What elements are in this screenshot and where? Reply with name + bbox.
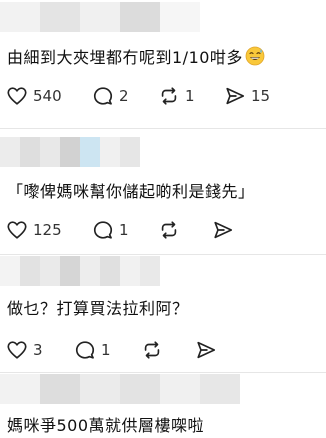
post-text: 「嚟俾媽咪幫你儲起啲利是錢先」 [7, 182, 255, 201]
post-text: 做乜？打算買法拉利阿？ [7, 299, 189, 318]
reply-bubble-icon [92, 85, 114, 107]
blurred-username [0, 137, 140, 167]
reply-button[interactable]: 2 [92, 84, 129, 108]
like-count: 3 [33, 341, 43, 359]
post-text: 媽咪爭500萬就供層樓㗎啦 [7, 416, 205, 435]
repost-button[interactable] [141, 338, 163, 362]
like-button[interactable]: 3 [6, 338, 43, 362]
repost-icon [141, 339, 163, 361]
reply-button[interactable]: 1 [92, 218, 129, 242]
share-send-icon [212, 219, 234, 241]
heart-icon [6, 219, 28, 241]
blurred-username [0, 374, 240, 404]
share-button[interactable]: 15 [224, 84, 270, 108]
like-button[interactable]: 125 [6, 218, 62, 242]
post-divider [0, 254, 326, 255]
action-bar: 540 2 1 15 [6, 84, 326, 108]
repost-icon [158, 219, 180, 241]
repost-button[interactable]: 1 [158, 84, 195, 108]
reply-count: 1 [119, 221, 129, 239]
like-count: 540 [33, 87, 62, 105]
repost-count: 1 [185, 87, 195, 105]
share-send-icon [224, 85, 246, 107]
share-send-icon [195, 339, 217, 361]
blurred-username [0, 2, 200, 32]
action-bar: 3 1 [6, 338, 326, 362]
share-button[interactable] [212, 218, 234, 242]
share-button[interactable] [195, 338, 217, 362]
heart-icon [6, 339, 28, 361]
post-divider [0, 372, 326, 373]
like-count: 125 [33, 221, 62, 239]
heart-icon [6, 85, 28, 107]
blurred-username [0, 256, 160, 286]
reply-button[interactable]: 1 [74, 338, 111, 362]
reply-bubble-icon [92, 219, 114, 241]
reply-count: 2 [119, 87, 129, 105]
reply-count: 1 [101, 341, 111, 359]
repost-icon [158, 85, 180, 107]
post-divider [0, 128, 326, 129]
grinning-sweat-emoji-icon [245, 46, 265, 70]
reply-bubble-icon [74, 339, 96, 361]
repost-button[interactable] [158, 218, 180, 242]
action-bar: 125 1 [6, 218, 326, 242]
like-button[interactable]: 540 [6, 84, 62, 108]
post-text: 由細到大夾埋都冇呢到1/10咁多 [7, 44, 265, 70]
share-count: 15 [251, 87, 271, 105]
